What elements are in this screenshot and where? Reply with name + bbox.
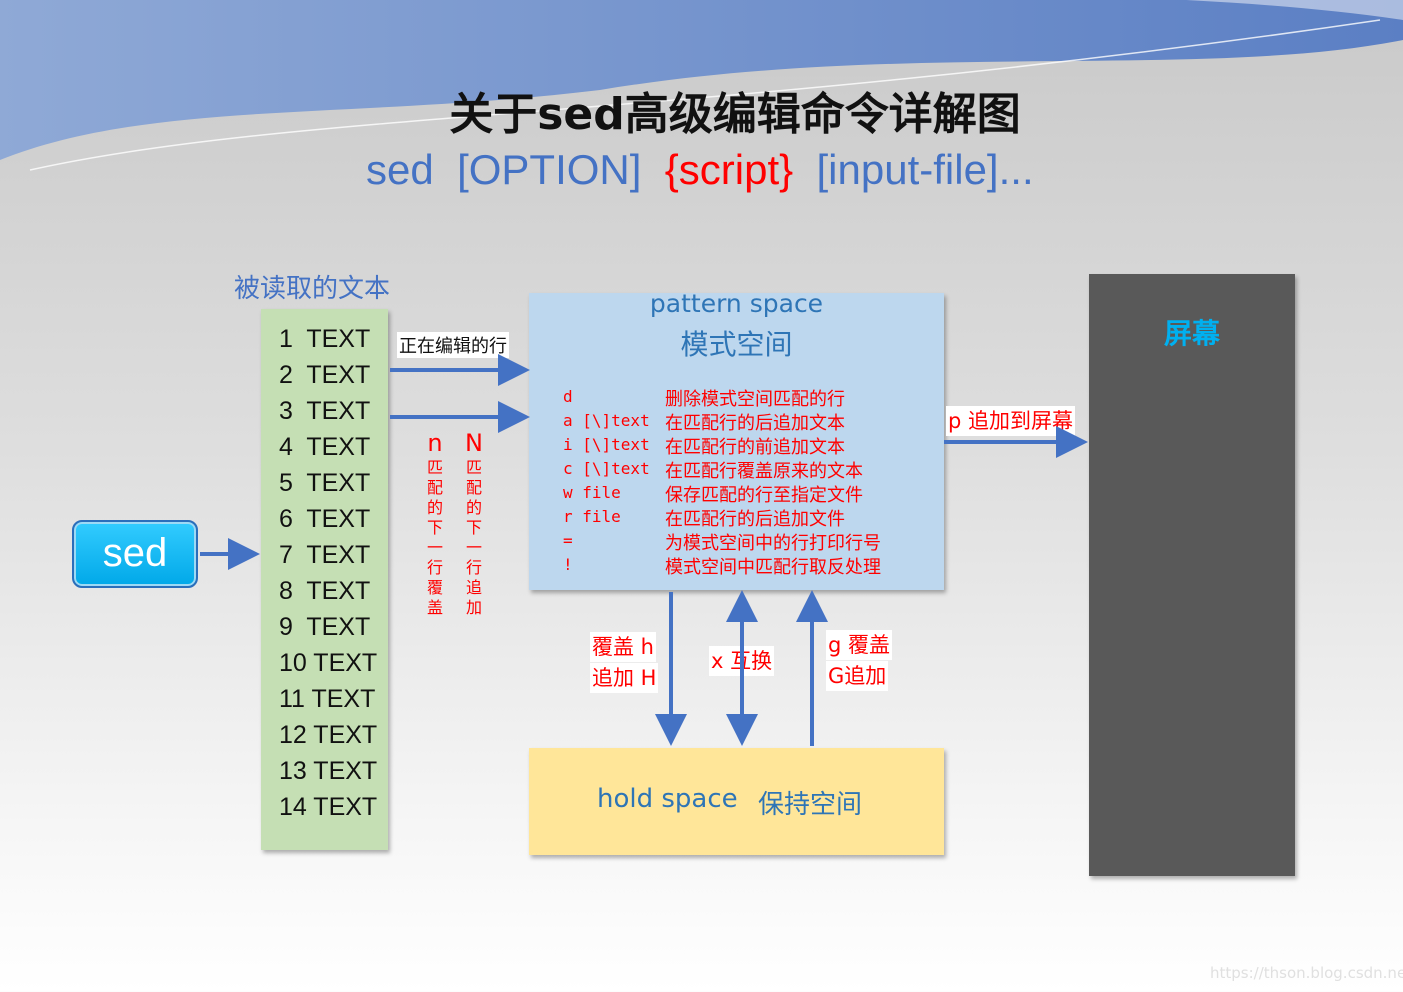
- arrows: [200, 354, 1088, 746]
- watermark: https://thson.blog.csdn.net: [1210, 964, 1403, 982]
